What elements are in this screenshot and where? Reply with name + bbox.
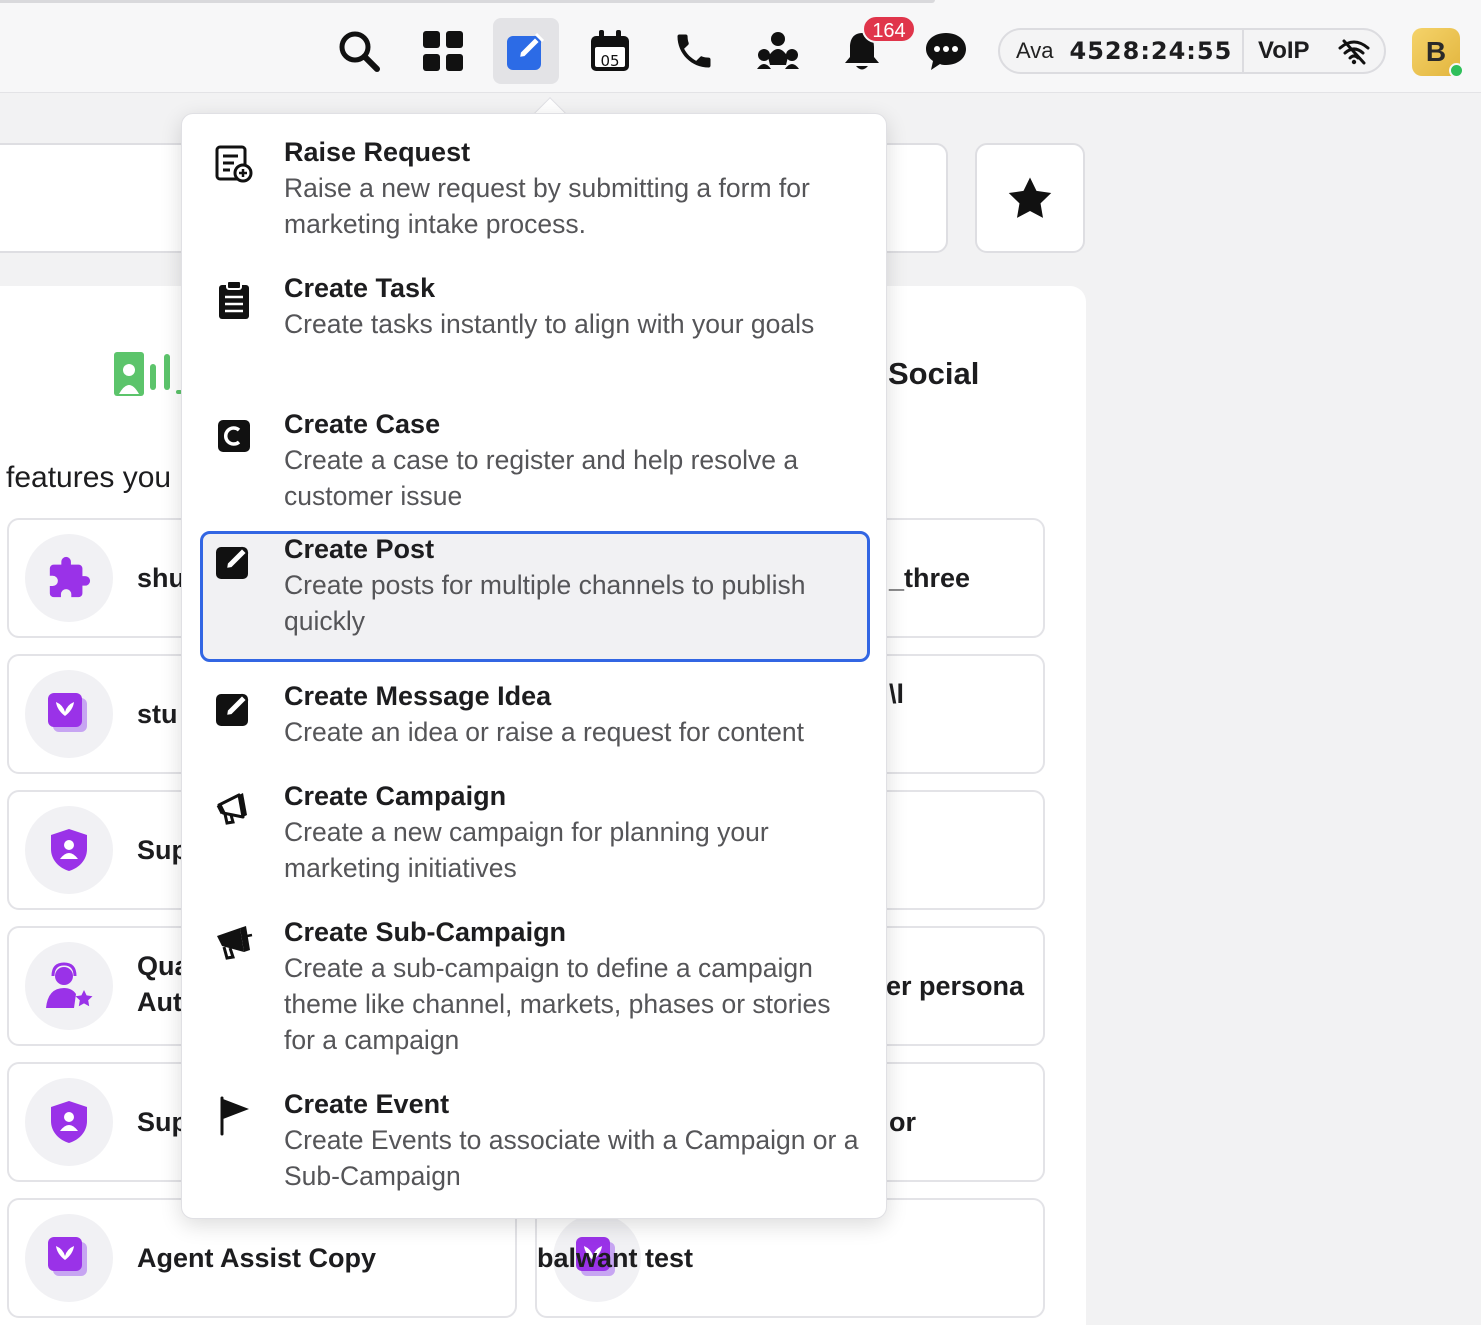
compose-icon[interactable] <box>493 18 559 84</box>
team-icon[interactable] <box>745 18 811 84</box>
menu-item-description: Create a new campaign for planning your … <box>284 817 769 883</box>
menu-item-create-message-idea[interactable]: Create Message Idea Create an idea or ra… <box>200 678 870 758</box>
edit-square-icon <box>214 541 254 581</box>
menu-item-create-event[interactable]: Create Event Create Events to associate … <box>200 1086 870 1198</box>
menu-item-title: Create Case <box>284 409 441 439</box>
app-card-title: \l <box>889 679 905 709</box>
phone-icon[interactable] <box>661 18 727 84</box>
wifi-off-icon <box>1338 39 1370 70</box>
voip-status-pill[interactable]: Ava 4528:24:55 VoIP <box>998 28 1386 74</box>
favorite-button[interactable] <box>975 143 1085 253</box>
star-icon <box>1008 177 1052 218</box>
form-add-icon <box>214 144 254 184</box>
app-card-title: _three <box>889 563 971 593</box>
app-stack-icon <box>25 670 113 758</box>
voip-timer: 4528:24:55 <box>1069 37 1233 65</box>
menu-item-title: Create Campaign <box>284 781 507 811</box>
case-icon <box>214 416 254 456</box>
menu-item-description: Create a sub-campaign to define a campai… <box>284 953 831 1055</box>
menu-item-create-post[interactable]: Create Post Create posts for multiple ch… <box>200 531 870 662</box>
tab-chart-user-icon[interactable] <box>112 350 188 403</box>
edit-square-icon <box>214 688 254 728</box>
shield-user-icon <box>25 806 113 894</box>
menu-item-title: Create Post <box>284 534 435 564</box>
features-heading: features you <box>6 461 172 494</box>
menu-item-create-task[interactable]: Create Task Create tasks instantly to al… <box>200 270 870 382</box>
menu-item-create-campaign[interactable]: Create Campaign Create a new campaign fo… <box>200 778 870 890</box>
create-menu: Raise Request Raise a new request by sub… <box>181 113 887 1219</box>
menu-item-description: Create an idea or raise a request for co… <box>284 717 804 747</box>
menu-item-description: Raise a new request by submitting a form… <box>284 173 810 239</box>
chat-icon[interactable] <box>913 18 979 84</box>
menu-item-title: Raise Request <box>284 137 471 167</box>
calendar-icon[interactable]: 05 <box>577 18 643 84</box>
app-card-title: balwant test <box>537 1243 694 1273</box>
megaphone-filled-icon <box>214 924 254 964</box>
menu-item-raise-request[interactable]: Raise Request Raise a new request by sub… <box>200 134 870 246</box>
puzzle-icon <box>25 534 113 622</box>
menu-item-create-case[interactable]: Create Case Create a case to register an… <box>200 406 870 518</box>
app-card-title: stu <box>137 699 178 729</box>
menu-item-description: Create a case to register and help resol… <box>284 445 799 511</box>
shield-user-icon <box>25 1078 113 1166</box>
app-card-title: er persona <box>886 971 1025 1001</box>
menu-item-description: Create tasks instantly to align with you… <box>284 309 815 339</box>
menu-item-title: Create Task <box>284 273 436 303</box>
menu-item-description: Create posts for multiple channels to pu… <box>284 570 806 636</box>
grid-icon[interactable] <box>410 18 476 84</box>
app-stack-icon <box>25 1214 113 1302</box>
top-bar: 05 164 Ava 4528:24:55 VoIP B <box>0 0 1481 93</box>
megaphone-icon <box>214 788 254 828</box>
app-card-title: shu <box>137 563 186 593</box>
app-card-title: or <box>889 1107 916 1137</box>
clipboard-icon <box>214 280 254 320</box>
calendar-day: 05 <box>600 52 620 70</box>
menu-item-create-sub-campaign[interactable]: Create Sub-Campaign Create a sub-campaig… <box>200 914 870 1062</box>
menu-item-description: Create Events to associate with a Campai… <box>284 1125 859 1191</box>
menu-item-title: Create Event <box>284 1089 450 1119</box>
menu-item-title: Create Sub-Campaign <box>284 917 567 947</box>
voip-label: VoIP <box>1258 37 1310 64</box>
agent-star-icon <box>25 942 113 1030</box>
voip-agent-name: Ava <box>1016 38 1054 63</box>
online-status-dot <box>1449 63 1464 78</box>
notification-badge: 164 <box>862 15 916 43</box>
tab-social[interactable]: Social <box>888 356 979 392</box>
search-icon[interactable] <box>326 18 392 84</box>
flag-icon <box>214 1096 254 1136</box>
voip-divider <box>1242 30 1244 72</box>
menu-item-title: Create Message Idea <box>284 681 552 711</box>
app-card-title: Agent Assist Copy <box>137 1243 377 1273</box>
